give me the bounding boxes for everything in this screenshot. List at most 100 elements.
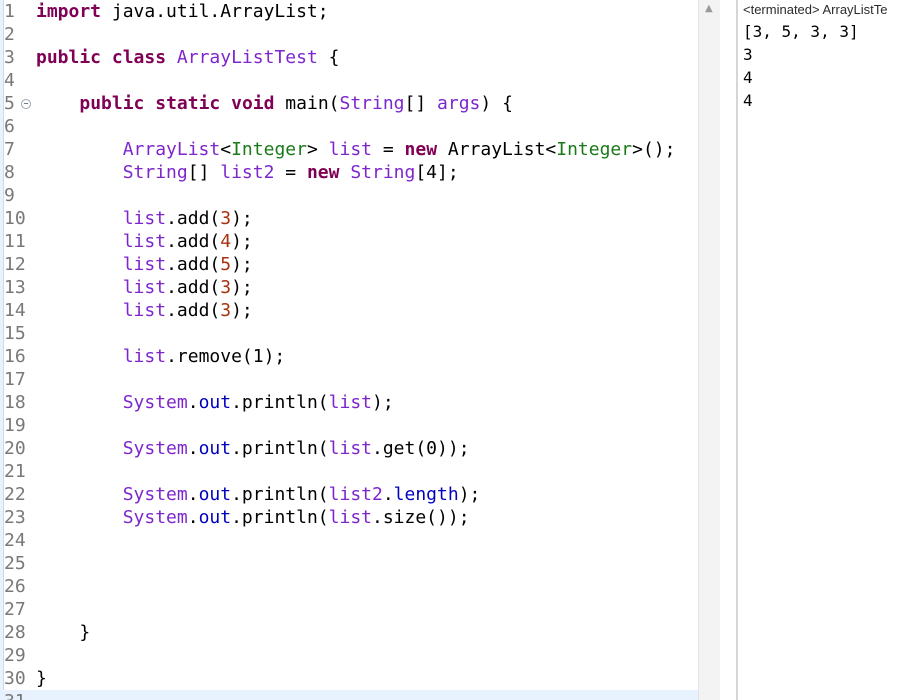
- code-line[interactable]: 26: [0, 575, 698, 598]
- code-line[interactable]: 21: [0, 460, 698, 483]
- code-line[interactable]: 14 list.add(3);: [0, 299, 698, 322]
- code-line[interactable]: 17: [0, 368, 698, 391]
- code-token: ArrayList<: [437, 139, 557, 160]
- code-token: );: [231, 208, 253, 229]
- line-number: 7: [4, 139, 15, 160]
- code-token: .: [382, 484, 394, 505]
- code-line[interactable]: 3 public class ArrayListTest {: [0, 46, 698, 69]
- code-token: .: [187, 392, 199, 413]
- code-line[interactable]: 9: [0, 184, 698, 207]
- line-number: 22: [4, 484, 26, 505]
- code-line[interactable]: 7 ArrayList<Integer> list = new ArrayLis…: [0, 138, 698, 161]
- code-token: }: [36, 668, 47, 689]
- code-token: out: [198, 438, 232, 459]
- code-line[interactable]: 25: [0, 552, 698, 575]
- code-token: =: [372, 139, 405, 160]
- pane-splitter[interactable]: [720, 0, 736, 700]
- code-line[interactable]: 30}: [0, 667, 698, 690]
- code-editor[interactable]: 1 import java.util.ArrayList; 2 3 public cla…: [0, 0, 698, 700]
- code-line[interactable]: 11 list.add(4);: [0, 230, 698, 253]
- code-line[interactable]: 29: [0, 644, 698, 667]
- code-line[interactable]: 4: [0, 69, 698, 92]
- code-line[interactable]: 10 list.add(3);: [0, 207, 698, 230]
- line-number: 20: [4, 438, 26, 459]
- line-number: 8: [4, 162, 15, 183]
- code-token: args: [437, 93, 481, 114]
- code-line[interactable]: 31: [0, 690, 698, 700]
- code-token: static: [155, 93, 221, 114]
- scroll-up-icon[interactable]: ▲: [705, 3, 713, 14]
- editor-scrollbar[interactable]: ▲: [698, 0, 721, 700]
- code-token: );: [231, 254, 253, 275]
- code-token: );: [458, 484, 481, 505]
- code-line[interactable]: 20 System.out.println(list.get(0));: [0, 437, 698, 460]
- code-line[interactable]: 5 public static void main(String[] args)…: [0, 92, 698, 115]
- console-line: [3, 5, 3, 3]: [743, 22, 859, 41]
- fold-collapse-icon[interactable]: [21, 99, 31, 109]
- line-number: 26: [4, 576, 26, 597]
- code-token: public: [79, 93, 145, 114]
- code-token: [4];: [415, 162, 459, 183]
- line-number: 17: [4, 369, 26, 390]
- code-token: System: [122, 507, 188, 528]
- console-status-label: <terminated> ArrayListTe: [743, 2, 888, 17]
- code-text: String[] list2 = new String[4];: [36, 161, 459, 184]
- line-number: 15: [4, 323, 26, 344]
- line-number: 16: [4, 346, 26, 367]
- line-number: 21: [4, 461, 26, 482]
- code-line[interactable]: 23 System.out.println(list.size());: [0, 506, 698, 529]
- code-line[interactable]: 28 }: [0, 621, 698, 644]
- code-text: public class ArrayListTest {: [36, 46, 339, 69]
- line-number: 31: [4, 690, 34, 700]
- code-line[interactable]: 8 String[] list2 = new String[4];: [0, 161, 698, 184]
- code-line[interactable]: 13 list.add(3);: [0, 276, 698, 299]
- code-token: System: [122, 438, 188, 459]
- code-text: list.remove(1);: [36, 345, 286, 368]
- line-number: 3: [4, 47, 15, 68]
- code-text: import java.util.ArrayList;: [36, 0, 329, 23]
- code-line[interactable]: 22 System.out.println(list2.length);: [0, 483, 698, 506]
- code-token: );: [231, 277, 253, 298]
- code-line[interactable]: 2: [0, 23, 698, 46]
- code-line[interactable]: 12 list.add(5);: [0, 253, 698, 276]
- code-line[interactable]: 18 System.out.println(list);: [0, 391, 698, 414]
- code-text: System.out.println(list2.length);: [36, 483, 481, 506]
- code-token: list2: [220, 162, 275, 183]
- code-token: list: [328, 438, 372, 459]
- console-line: 3: [743, 45, 753, 64]
- code-line[interactable]: 15: [0, 322, 698, 345]
- line-number: 24: [4, 530, 26, 551]
- code-line[interactable]: 27: [0, 598, 698, 621]
- code-text: }: [36, 621, 90, 644]
- code-token: System: [122, 392, 188, 413]
- console-line: 4: [743, 91, 753, 110]
- code-text: ArrayList<Integer> list = new ArrayList<…: [36, 138, 676, 161]
- console-view[interactable]: <terminated> ArrayListTe [3, 5, 3, 3] 3 4 4: [738, 0, 913, 700]
- code-token: list: [122, 254, 167, 275]
- code-token: .: [187, 484, 199, 505]
- code-line[interactable]: 19: [0, 414, 698, 437]
- code-token: String: [122, 162, 188, 183]
- code-token: length: [393, 484, 459, 505]
- code-token: }: [36, 622, 91, 643]
- line-number: 10: [4, 208, 26, 229]
- code-line[interactable]: 24: [0, 529, 698, 552]
- code-line[interactable]: 6: [0, 115, 698, 138]
- code-token: >: [306, 139, 329, 160]
- code-token: []: [187, 162, 221, 183]
- code-token: 3: [220, 208, 232, 229]
- code-line[interactable]: 16 list.remove(1);: [0, 345, 698, 368]
- code-line[interactable]: 1 import java.util.ArrayList;: [0, 0, 698, 23]
- code-token: list: [122, 346, 167, 367]
- code-text: System.out.println(list);: [36, 391, 394, 414]
